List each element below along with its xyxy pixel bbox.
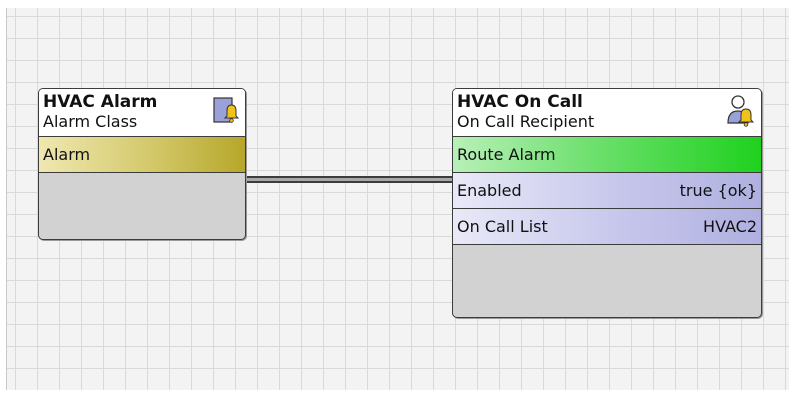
- slot-label: Enabled: [457, 181, 522, 200]
- node-type-label: On Call Recipient: [457, 112, 595, 131]
- slot-label: On Call List: [457, 217, 548, 236]
- slot-label: Alarm: [43, 145, 91, 164]
- hvac-on-call-node[interactable]: HVAC On Call On Call Recipient Route Ala…: [452, 88, 762, 318]
- on-call-person-bell-icon: [727, 95, 755, 127]
- slot-label: Route Alarm: [457, 145, 556, 164]
- node-footer: [453, 245, 761, 281]
- slot-on-call-list[interactable]: On Call List HVAC2: [453, 209, 761, 245]
- hvac-alarm-node-header[interactable]: HVAC Alarm Alarm Class: [39, 89, 245, 137]
- slot-route-alarm[interactable]: Route Alarm: [453, 137, 761, 173]
- slot-alarm[interactable]: Alarm: [39, 137, 245, 173]
- slot-enabled[interactable]: Enabled true {ok}: [453, 173, 761, 209]
- node-footer: [39, 173, 245, 209]
- slot-value: true {ok}: [679, 181, 757, 200]
- alarm-class-bell-icon: [213, 97, 239, 123]
- slot-value: HVAC2: [703, 217, 757, 236]
- hvac-on-call-node-header[interactable]: HVAC On Call On Call Recipient: [453, 89, 761, 137]
- node-title: HVAC On Call: [457, 92, 583, 112]
- alarm-route-link[interactable]: [244, 176, 452, 183]
- hvac-alarm-node[interactable]: HVAC Alarm Alarm Class Alarm: [38, 88, 246, 240]
